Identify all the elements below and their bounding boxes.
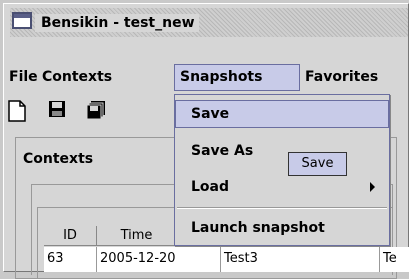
save-icon[interactable] xyxy=(48,100,66,122)
table-cell-id[interactable]: 63 xyxy=(44,247,97,272)
table-cell-time[interactable]: 2005-12-20 xyxy=(97,247,221,272)
menu-item-launch-snapshot[interactable]: Launch snapshot xyxy=(175,214,389,242)
menu-item-load[interactable]: Load xyxy=(175,173,389,201)
table-cell-extra[interactable]: Te xyxy=(380,247,409,272)
menu-item-load-label: Load xyxy=(191,179,230,195)
menu-file[interactable]: File xyxy=(9,64,38,91)
menu-bar: File Contexts Snapshots Favorites xyxy=(4,64,408,91)
menu-snapshots[interactable]: Snapshots xyxy=(174,64,300,91)
window-icon[interactable] xyxy=(12,12,32,29)
title-bar[interactable]: Bensikin - test_new xyxy=(10,8,408,37)
menu-item-save-as[interactable]: Save As xyxy=(175,137,389,165)
contexts-panel-title: Contexts xyxy=(20,151,97,167)
new-document-icon[interactable] xyxy=(8,100,26,126)
menu-item-save[interactable]: Save xyxy=(175,100,389,128)
table-cell-name[interactable]: Test3 xyxy=(221,247,380,272)
menu-favorites[interactable]: Favorites xyxy=(305,64,378,91)
save-tooltip: Save xyxy=(288,152,347,176)
column-header-id[interactable]: ID xyxy=(44,226,97,246)
snapshots-dropdown-menu: Save Save As Load Launch snapshot xyxy=(174,94,390,246)
submenu-arrow-icon xyxy=(370,182,375,192)
menu-separator xyxy=(177,207,387,209)
window-title: Bensikin - test_new xyxy=(35,14,199,32)
column-header-time[interactable]: Time xyxy=(97,226,177,246)
menu-contexts[interactable]: Contexts xyxy=(42,64,112,91)
save-all-icon[interactable] xyxy=(86,100,106,124)
